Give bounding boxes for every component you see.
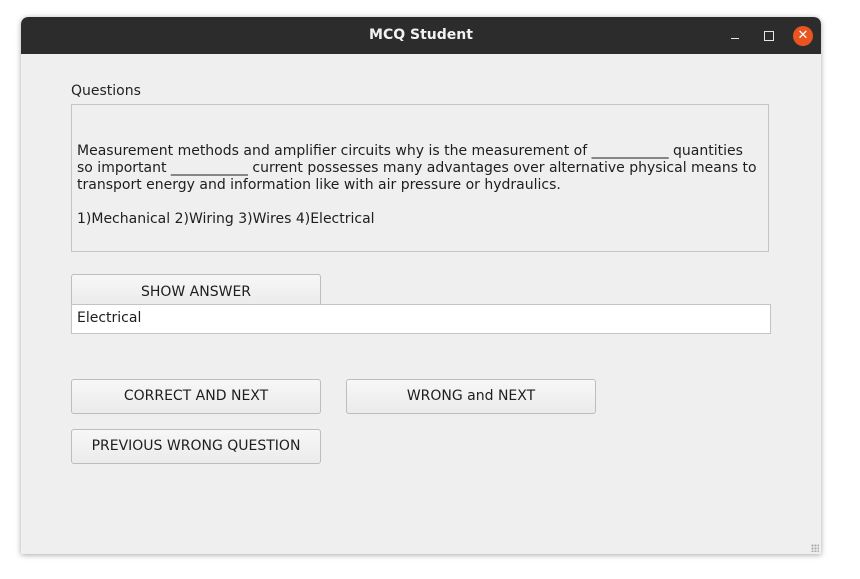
title-bar[interactable]: MCQ Student ✕ <box>21 17 821 54</box>
question-text: Measurement methods and amplifier circui… <box>77 143 757 193</box>
questions-label: Questions <box>71 83 141 99</box>
close-icon: ✕ <box>797 28 809 43</box>
previous-wrong-question-button[interactable]: PREVIOUS WRONG QUESTION <box>71 429 321 464</box>
resize-grip[interactable] <box>811 544 819 552</box>
question-text-area[interactable]: Measurement methods and amplifier circui… <box>71 104 769 252</box>
app-window: MCQ Student ✕ Questions Measurement meth… <box>21 17 821 554</box>
show-answer-button[interactable]: SHOW ANSWER <box>71 274 321 305</box>
wrong-and-next-button[interactable]: WRONG and NEXT <box>346 379 596 414</box>
close-button[interactable]: ✕ <box>793 26 813 46</box>
question-options: 1)Mechanical 2)Wiring 3)Wires 4)Electric… <box>77 211 375 227</box>
maximize-icon <box>764 31 774 41</box>
minimize-button[interactable] <box>725 26 745 46</box>
maximize-button[interactable] <box>759 26 779 46</box>
correct-and-next-button[interactable]: CORRECT AND NEXT <box>71 379 321 414</box>
answer-field[interactable]: Electrical <box>71 304 771 334</box>
minimize-icon <box>731 38 739 39</box>
window-title: MCQ Student <box>369 27 473 43</box>
